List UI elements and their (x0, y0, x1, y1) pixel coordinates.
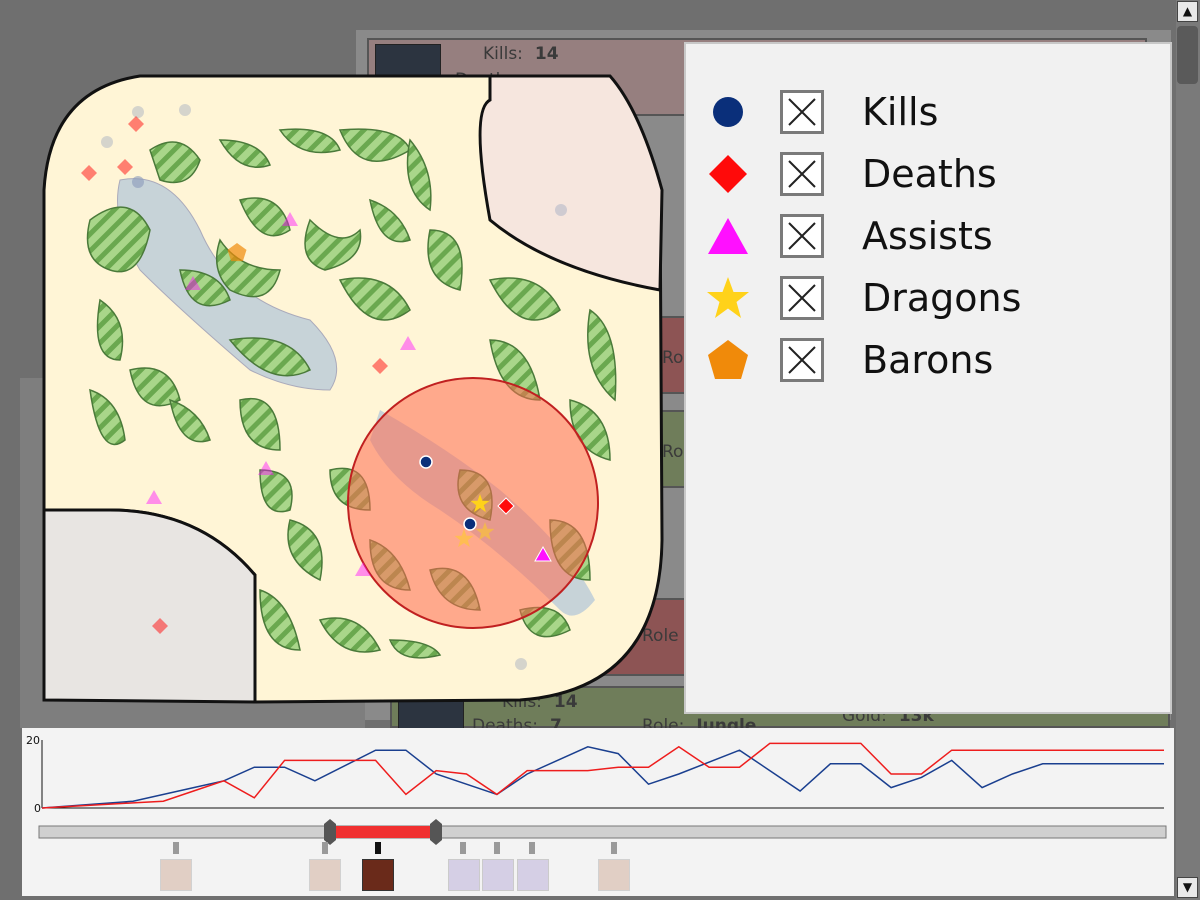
legend-item-assists[interactable]: Assists (704, 212, 1144, 264)
dragons-checkbox[interactable] (780, 276, 824, 320)
scroll-up-button[interactable]: ▲ (1177, 1, 1198, 22)
series-line (41, 742, 1164, 809)
series-line (41, 746, 1164, 809)
event-thumbnail[interactable] (482, 859, 514, 891)
legend-panel: Kills Deaths Assists Dragons Barons (684, 42, 1172, 714)
triangle-icon (708, 218, 748, 254)
legend-label: Dragons (862, 276, 1022, 320)
event-thumbnail[interactable] (517, 859, 549, 891)
kills-label: Kills: (483, 44, 523, 64)
range-handle-right[interactable] (430, 819, 442, 845)
legend-item-barons[interactable]: Barons (704, 336, 1144, 388)
pentagon-icon (708, 340, 748, 379)
event-thumbnail[interactable] (160, 859, 192, 891)
circle-icon (713, 97, 743, 127)
diamond-icon (709, 155, 747, 193)
legend-label: Barons (862, 338, 994, 382)
circle-marker[interactable] (555, 204, 567, 216)
kills-checkbox[interactable] (780, 90, 824, 134)
event-tick (494, 842, 500, 854)
event-thumbnail[interactable] (448, 859, 480, 891)
game-map[interactable] (30, 70, 680, 720)
legend-label: Deaths (862, 152, 997, 196)
selection-circle[interactable] (347, 377, 599, 629)
event-thumbnail[interactable] (362, 859, 394, 891)
circle-marker[interactable] (419, 455, 433, 469)
circle-marker[interactable] (463, 517, 477, 531)
assists-checkbox[interactable] (780, 214, 824, 258)
event-tick (460, 842, 466, 854)
circle-marker[interactable] (179, 104, 191, 116)
event-thumbnail[interactable] (309, 859, 341, 891)
event-thumbnail[interactable] (598, 859, 630, 891)
timeline-track[interactable] (38, 825, 1167, 839)
circle-marker[interactable] (132, 176, 144, 188)
event-tick (375, 842, 381, 854)
scroll-down-button[interactable]: ▼ (1177, 877, 1198, 898)
legend-item-kills[interactable]: Kills (704, 88, 1144, 140)
circle-marker[interactable] (101, 136, 113, 148)
event-tick (529, 842, 535, 854)
legend-item-dragons[interactable]: Dragons (704, 274, 1144, 326)
kills-value: 14 (534, 44, 559, 64)
event-tick (322, 842, 328, 854)
event-tick (611, 842, 617, 854)
star-icon (707, 277, 749, 318)
event-tick (173, 842, 179, 854)
selected-range[interactable] (332, 826, 438, 838)
circle-marker[interactable] (132, 106, 144, 118)
deaths-checkbox[interactable] (780, 152, 824, 196)
legend-label: Kills (862, 90, 939, 134)
vertical-scrollbar[interactable]: ▲ ▼ (1176, 0, 1200, 900)
legend-item-deaths[interactable]: Deaths (704, 150, 1144, 202)
legend-label: Assists (862, 214, 993, 258)
timeline-panel: 20 0 (22, 728, 1174, 896)
scroll-thumb[interactable] (1177, 26, 1198, 84)
barons-checkbox[interactable] (780, 338, 824, 382)
circle-marker[interactable] (515, 658, 527, 670)
